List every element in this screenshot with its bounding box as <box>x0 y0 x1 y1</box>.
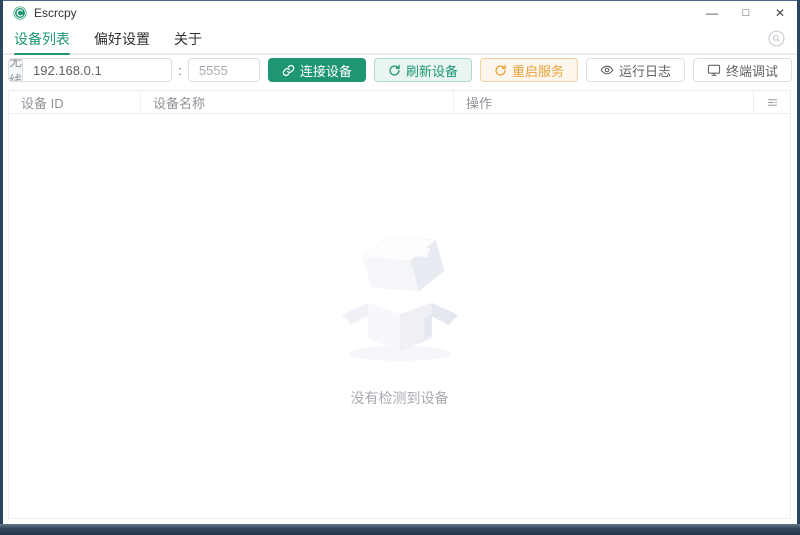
column-settings-button[interactable] <box>754 91 790 113</box>
window-controls: — □ ✕ <box>695 1 797 24</box>
restart-service-label: 重启服务 <box>512 61 564 80</box>
window-border-left <box>0 0 3 525</box>
empty-state: 没有检测到设备 <box>9 114 790 518</box>
window-border-top <box>0 0 800 1</box>
device-table: 设备 ID 设备名称 操作 <box>8 90 791 519</box>
wireless-mode-label[interactable]: 无线 <box>9 59 23 81</box>
window-title: Escrcpy <box>34 6 77 20</box>
minimize-button[interactable]: — <box>695 1 729 24</box>
search-icon <box>768 30 785 47</box>
empty-box-illustration <box>325 224 475 374</box>
refresh-devices-label: 刷新设备 <box>406 61 458 80</box>
connect-device-button[interactable]: 连接设备 <box>268 58 366 82</box>
host-port-separator: : <box>178 63 182 78</box>
toolbar: 无线 : 连接设备 刷新设备 重启服务 运行日志 <box>8 58 792 82</box>
empty-state-text: 没有检测到设备 <box>351 388 449 408</box>
window-border-bottom <box>0 524 800 535</box>
terminal-debug-button[interactable]: 终端调试 <box>693 58 792 82</box>
refresh-icon <box>494 64 507 77</box>
monitor-icon <box>707 63 721 77</box>
terminal-debug-label: 终端调试 <box>726 61 778 80</box>
run-logs-button[interactable]: 运行日志 <box>586 58 685 82</box>
maximize-button[interactable]: □ <box>729 1 763 24</box>
eye-icon <box>600 63 614 77</box>
connect-device-label: 连接设备 <box>300 61 352 80</box>
column-header-actions: 操作 <box>454 91 754 113</box>
tabbar: 设备列表 偏好设置 关于 <box>3 24 797 55</box>
port-input[interactable] <box>188 58 260 82</box>
restart-service-button[interactable]: 重启服务 <box>480 58 578 82</box>
close-button[interactable]: ✕ <box>763 1 797 24</box>
refresh-icon <box>388 64 401 77</box>
tab-about[interactable]: 关于 <box>174 24 202 53</box>
column-header-device-name: 设备名称 <box>141 91 454 113</box>
tab-device-list[interactable]: 设备列表 <box>14 24 70 53</box>
link-icon <box>282 64 295 77</box>
column-header-device-id: 设备 ID <box>9 91 141 113</box>
search-button[interactable] <box>768 30 785 47</box>
app-logo-icon <box>13 6 27 20</box>
host-input[interactable] <box>23 59 172 81</box>
column-settings-icon <box>766 96 779 109</box>
titlebar: Escrcpy — □ ✕ <box>3 1 797 24</box>
wireless-host-group: 无线 <box>8 58 172 82</box>
tab-preferences[interactable]: 偏好设置 <box>94 24 150 53</box>
refresh-devices-button[interactable]: 刷新设备 <box>374 58 472 82</box>
device-table-header: 设备 ID 设备名称 操作 <box>9 91 790 114</box>
run-logs-label: 运行日志 <box>619 61 671 80</box>
